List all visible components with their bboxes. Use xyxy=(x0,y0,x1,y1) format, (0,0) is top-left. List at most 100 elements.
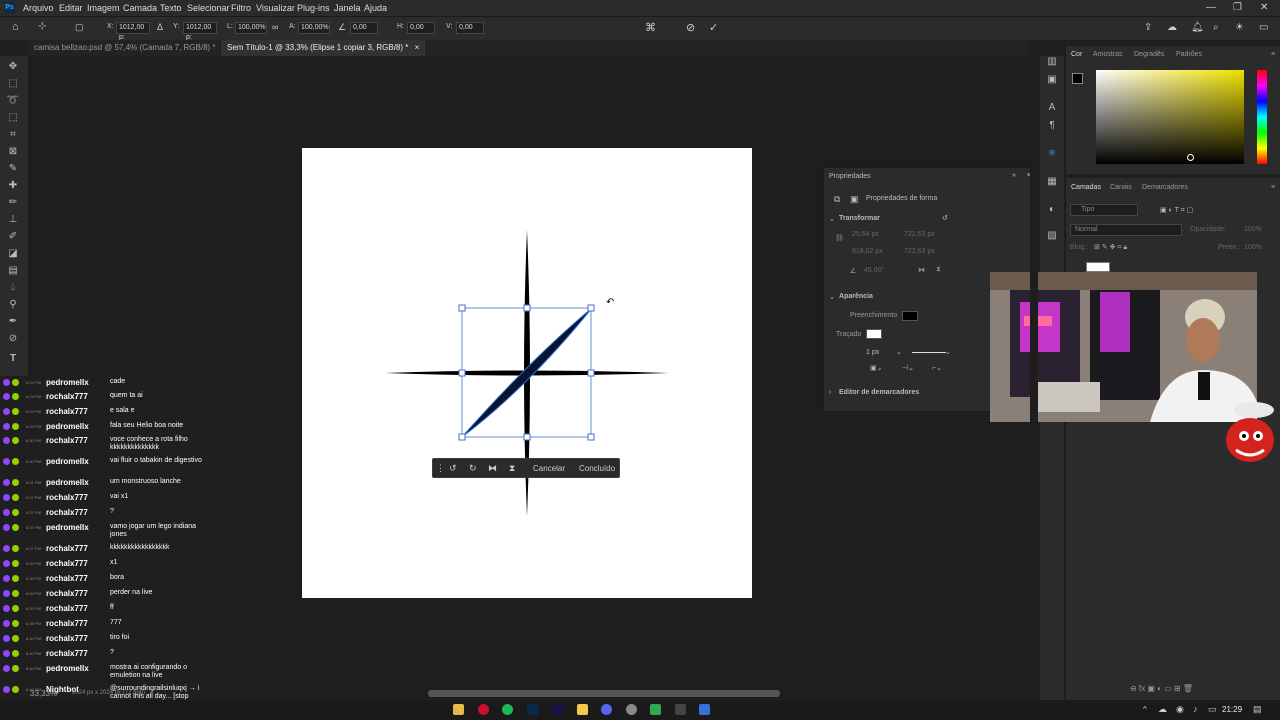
wifi-icon[interactable]: ◉ xyxy=(1176,704,1184,715)
transform-icon[interactable]: ⧉ xyxy=(834,194,840,205)
fill-value[interactable]: 100% xyxy=(1244,244,1262,251)
hue-slider[interactable] xyxy=(1257,70,1267,164)
height-field[interactable]: 100,00% xyxy=(298,22,330,34)
tab-camadas[interactable]: Camadas xyxy=(1071,184,1101,191)
mask-icon[interactable]: ▣ xyxy=(850,194,859,205)
rotate-right-icon[interactable]: ↻ xyxy=(469,463,477,474)
x-field[interactable]: 722,63 px xyxy=(904,231,935,238)
settings-icon[interactable] xyxy=(626,704,637,715)
photoshop-taskbar-icon[interactable] xyxy=(527,704,538,715)
object-selection-icon[interactable]: ⬚ xyxy=(6,111,20,125)
app-icon-2[interactable] xyxy=(650,704,661,715)
x-field[interactable]: 1012,00 p: xyxy=(116,22,150,41)
app-icon-3[interactable] xyxy=(675,704,686,715)
app-icon-4[interactable] xyxy=(699,704,710,715)
history-icon[interactable]: ▥ xyxy=(1046,56,1058,68)
fill-swatch[interactable] xyxy=(902,311,918,321)
speaker-icon[interactable]: ♪ xyxy=(1193,704,1198,714)
libraries-icon[interactable]: ▦ xyxy=(1046,176,1058,188)
tab-sem-titulo[interactable]: Sem Título-1 @ 33,3% (Elipse 1 copiar 3,… xyxy=(221,40,426,56)
y-field[interactable]: 1012,00 p: xyxy=(183,22,217,41)
filter-icons[interactable]: ▣ ◐ T ⌗ ▢ xyxy=(1160,206,1193,215)
after-effects-icon[interactable] xyxy=(552,704,563,715)
flip-v-icon[interactable]: ⧗ xyxy=(936,266,941,274)
network-icon[interactable]: ☁ xyxy=(1158,704,1167,715)
maximize-icon[interactable]: ❐ xyxy=(1233,2,1242,13)
picker-marker[interactable] xyxy=(1187,154,1194,161)
link-icon[interactable]: ∞ xyxy=(272,22,278,32)
tab-cor[interactable]: Cor xyxy=(1071,51,1082,58)
bell-icon[interactable]: 🔔︎ xyxy=(1191,22,1204,33)
history-brush-icon[interactable]: ✐ xyxy=(6,230,20,244)
flip-h-icon[interactable]: ⧓ xyxy=(918,266,925,274)
minimize-icon[interactable]: — xyxy=(1206,2,1216,13)
clone-stamp-icon[interactable]: ⊥ xyxy=(6,213,20,227)
menu-visualizar[interactable]: Visualizar xyxy=(256,3,295,13)
width-field[interactable]: 100,00% xyxy=(235,22,267,34)
tab-camisa-bellzao[interactable]: camisa bellzao.psd @ 57,4% (Camada 7, RG… xyxy=(28,40,232,56)
healing-brush-icon[interactable]: ✚ xyxy=(6,179,20,193)
eraser-tool-icon[interactable]: ◪ xyxy=(6,247,20,261)
panel-menu-icon[interactable]: ≡ xyxy=(1271,51,1275,58)
styles-icon[interactable]: ▧ xyxy=(1046,230,1058,242)
a-field[interactable]: 618,02 px xyxy=(852,248,883,255)
align-stroke-icon[interactable]: ▣⌄ xyxy=(870,364,882,372)
menu-editar[interactable]: Editar xyxy=(59,3,83,13)
stroke-swatch[interactable] xyxy=(866,329,882,339)
learn-icon[interactable]: ☀ xyxy=(1235,22,1244,33)
path-editor-section[interactable]: Editor de demarcadores xyxy=(839,389,919,396)
move-tool-icon[interactable]: ✥ xyxy=(6,60,20,74)
cap-type-icon[interactable]: ⊣⌄ xyxy=(902,364,914,372)
delta-icon[interactable]: Δ xyxy=(157,22,163,32)
expand-icon[interactable]: › xyxy=(829,389,831,396)
menu-selecionar[interactable]: Selecionar xyxy=(187,3,230,13)
cloud-icon[interactable]: ☁ xyxy=(1167,22,1177,33)
tab-canais[interactable]: Canais xyxy=(1110,184,1132,191)
warp-icon[interactable]: ⌘ xyxy=(645,21,656,34)
angle-field[interactable]: 0,00 xyxy=(350,22,378,34)
eyedropper-icon[interactable]: ✎ xyxy=(6,162,20,176)
rotate-left-icon[interactable]: ↺ xyxy=(449,463,457,474)
chevron-down-icon[interactable]: ⌄ xyxy=(945,348,951,356)
collapse-icon[interactable]: » xyxy=(1012,172,1016,179)
l-field[interactable]: 25,64 px xyxy=(852,231,879,238)
share-icon[interactable]: ⇪ xyxy=(1144,22,1152,33)
flip-vertical-icon[interactable]: ⧗ xyxy=(509,463,515,474)
layer-thumbnail[interactable] xyxy=(1086,262,1110,272)
menu-plugins[interactable]: Plug-ins xyxy=(297,3,330,13)
crop-tool-icon[interactable]: ⌗ xyxy=(6,128,20,142)
cancel-button[interactable]: Cancelar xyxy=(533,464,565,473)
opacity-value[interactable]: 100% xyxy=(1244,226,1262,233)
tab-degrades[interactable]: Degradês xyxy=(1134,51,1164,58)
properties-icon[interactable]: ⚛ xyxy=(1046,148,1058,160)
menu-imagem[interactable]: Imagem xyxy=(87,3,120,13)
menu-janela[interactable]: Janela xyxy=(334,3,361,13)
menu-texto[interactable]: Texto xyxy=(160,3,182,13)
v-skew-field[interactable]: 0,00 xyxy=(456,22,484,34)
brush-tool-icon[interactable]: ✏ xyxy=(6,196,20,210)
comments-icon[interactable]: ▣ xyxy=(1046,74,1058,86)
menu-camada[interactable]: Camada xyxy=(123,3,157,13)
opera-icon[interactable] xyxy=(478,704,489,715)
tab-amostras[interactable]: Amostras xyxy=(1093,51,1123,58)
file-explorer-icon[interactable] xyxy=(453,704,464,715)
cancel-transform-icon[interactable]: ⊘ xyxy=(686,21,695,34)
tray-expand-icon[interactable]: ^ xyxy=(1143,705,1147,714)
menu-ajuda[interactable]: Ajuda xyxy=(364,3,387,13)
search-icon[interactable]: ⌕ xyxy=(1213,22,1219,33)
battery-icon[interactable]: ▭ xyxy=(1208,704,1217,715)
home-icon[interactable]: ⌂ xyxy=(12,21,19,33)
pen-tool-icon-2[interactable]: ⊘ xyxy=(6,332,20,346)
chevron-down-icon[interactable]: ⌄ xyxy=(896,348,902,356)
clock[interactable]: 21:29 xyxy=(1222,705,1242,714)
close-icon[interactable]: ✕ xyxy=(1260,2,1268,13)
marquee-tool-icon[interactable]: ⬚ xyxy=(6,77,20,91)
done-button[interactable]: Concluído xyxy=(579,464,615,473)
link-dimensions-icon[interactable]: ⛓ xyxy=(835,234,844,242)
tab-demarcadores[interactable]: Demarcadores xyxy=(1142,184,1188,191)
layer-actions-icons[interactable]: ⊖ fx ▣ ◐ ▭ ⊞ 🗑︎ xyxy=(1130,684,1193,693)
reference-point-icon[interactable]: ▢ xyxy=(75,22,84,33)
horizontal-scrollbar[interactable] xyxy=(428,690,780,697)
document-canvas[interactable]: ↶ xyxy=(302,148,752,598)
spotify-icon[interactable] xyxy=(502,704,513,715)
